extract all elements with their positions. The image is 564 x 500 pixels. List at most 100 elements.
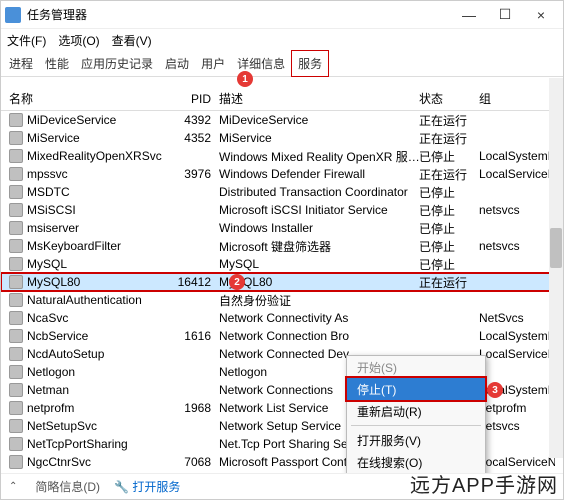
service-row[interactable]: mpssvc3976Windows Defender Firewall正在运行L… bbox=[1, 165, 563, 183]
chevron-icon: ⌃ bbox=[9, 481, 17, 492]
service-row[interactable]: NcbService1616Network Connection BroLoca… bbox=[1, 327, 563, 345]
service-name: MsKeyboardFilter bbox=[27, 239, 121, 253]
service-icon bbox=[9, 257, 23, 271]
service-status: 已停止 bbox=[419, 184, 479, 201]
service-icon bbox=[9, 131, 23, 145]
service-pid: 4352 bbox=[169, 131, 219, 145]
service-group: LocalSystemN… bbox=[479, 149, 555, 163]
close-button[interactable]: × bbox=[523, 3, 559, 27]
fewer-details-button[interactable]: 简略信息(D) bbox=[35, 478, 100, 495]
service-name: MySQL80 bbox=[27, 275, 80, 289]
ctx-restart[interactable]: 重新启动(R) bbox=[347, 400, 485, 422]
menu-view[interactable]: 查看(V) bbox=[112, 32, 152, 49]
service-row[interactable]: NcaSvcNetwork Connectivity AsNetSvcs bbox=[1, 309, 563, 327]
service-pid: 16412 bbox=[169, 275, 219, 289]
service-group: LocalServiceN… bbox=[479, 347, 555, 361]
open-services-link[interactable]: 🔧 打开服务 bbox=[114, 478, 180, 495]
service-row[interactable]: MSiSCSIMicrosoft iSCSI Initiator Service… bbox=[1, 201, 563, 219]
header-desc[interactable]: 描述 bbox=[219, 90, 419, 107]
ctx-open-services[interactable]: 打开服务(V) bbox=[347, 429, 485, 451]
app-icon bbox=[5, 7, 21, 23]
service-icon bbox=[9, 329, 23, 343]
service-icon bbox=[9, 311, 23, 325]
open-services-label: 打开服务 bbox=[132, 480, 180, 494]
tab-app-history[interactable]: 应用历史记录 bbox=[75, 51, 159, 76]
header-group[interactable]: 组 bbox=[479, 90, 555, 107]
service-name: NcbService bbox=[27, 329, 88, 343]
service-name: MySQL bbox=[27, 257, 67, 271]
service-name: NcaSvc bbox=[27, 311, 68, 325]
ctx-start: 开始(S) bbox=[347, 356, 485, 378]
service-status: 已停止 bbox=[419, 256, 479, 273]
service-status: 已停止 bbox=[419, 220, 479, 237]
callout-badge-3: 3 bbox=[487, 382, 503, 398]
service-group: netsvcs bbox=[479, 203, 555, 217]
service-row[interactable]: MSDTCDistributed Transaction Coordinator… bbox=[1, 183, 563, 201]
tab-users[interactable]: 用户 bbox=[195, 51, 231, 76]
service-name: MSiSCSI bbox=[27, 203, 76, 217]
service-name: NetTcpPortSharing bbox=[27, 437, 128, 451]
service-row[interactable]: MySQL8016412MySQL80正在运行2 bbox=[1, 273, 563, 291]
service-pid: 1968 bbox=[169, 401, 219, 415]
service-pid: 4392 bbox=[169, 113, 219, 127]
window-title: 任务管理器 bbox=[27, 6, 451, 23]
service-group: netprofm bbox=[479, 401, 555, 415]
service-icon bbox=[9, 365, 23, 379]
maximize-button[interactable]: ☐ bbox=[487, 3, 523, 27]
header-status[interactable]: 状态 bbox=[419, 90, 479, 107]
tab-startup[interactable]: 启动 bbox=[159, 51, 195, 76]
ctx-separator bbox=[351, 425, 481, 426]
service-row[interactable]: msiserverWindows Installer已停止 bbox=[1, 219, 563, 237]
service-icon bbox=[9, 437, 23, 451]
tab-performance[interactable]: 性能 bbox=[39, 51, 75, 76]
service-desc: 自然身份验证 bbox=[219, 292, 419, 309]
watermark-text: 远方APP手游网 bbox=[410, 469, 558, 498]
task-manager-window: 任务管理器 — ☐ × 文件(F) 选项(O) 查看(V) 进程 性能 应用历史… bbox=[0, 0, 564, 500]
tabsbar: 进程 性能 应用历史记录 启动 用户 详细信息 服务 1 bbox=[1, 51, 563, 77]
service-desc: Windows Installer bbox=[219, 221, 419, 235]
service-name: mpssvc bbox=[27, 167, 68, 181]
service-row[interactable]: MixedRealityOpenXRSvcWindows Mixed Reali… bbox=[1, 147, 563, 165]
menu-options[interactable]: 选项(O) bbox=[58, 32, 99, 49]
service-icon bbox=[9, 185, 23, 199]
scrollbar-thumb[interactable] bbox=[550, 228, 562, 268]
vertical-scrollbar[interactable] bbox=[549, 78, 563, 458]
service-group: LocalServiceN… bbox=[479, 455, 555, 469]
service-row[interactable]: MiDeviceService4392MiDeviceService正在运行 bbox=[1, 111, 563, 129]
service-group: NetSvcs bbox=[479, 311, 555, 325]
service-desc: Network Connection Bro bbox=[219, 329, 419, 343]
ctx-search-online[interactable]: 在线搜索(O) bbox=[347, 451, 485, 473]
minimize-button[interactable]: — bbox=[451, 3, 487, 27]
services-list[interactable]: MiDeviceService4392MiDeviceService正在运行Mi… bbox=[1, 111, 563, 473]
menu-file[interactable]: 文件(F) bbox=[7, 32, 46, 49]
service-group: netsvcs bbox=[479, 239, 555, 253]
callout-badge-1: 1 bbox=[237, 71, 253, 87]
service-icon bbox=[9, 113, 23, 127]
service-pid: 7068 bbox=[169, 455, 219, 469]
service-name: MiDeviceService bbox=[27, 113, 116, 127]
menubar: 文件(F) 选项(O) 查看(V) bbox=[1, 29, 563, 51]
tab-processes[interactable]: 进程 bbox=[3, 51, 39, 76]
service-row[interactable]: MiService4352MiService正在运行 bbox=[1, 129, 563, 147]
service-name: NcdAutoSetup bbox=[27, 347, 104, 361]
service-desc: MiService bbox=[219, 131, 419, 145]
header-name[interactable]: 名称 bbox=[9, 90, 169, 107]
service-icon bbox=[9, 275, 23, 289]
service-row[interactable]: NaturalAuthentication自然身份验证 bbox=[1, 291, 563, 309]
tab-services[interactable]: 服务 bbox=[291, 50, 329, 77]
service-desc: MySQL bbox=[219, 257, 419, 271]
ctx-stop[interactable]: 停止(T) bbox=[347, 378, 485, 400]
service-icon bbox=[9, 347, 23, 361]
service-icon bbox=[9, 167, 23, 181]
service-row[interactable]: MySQLMySQL已停止 bbox=[1, 255, 563, 273]
service-status: 正在运行 bbox=[419, 130, 479, 147]
service-status: 正在运行 bbox=[419, 112, 479, 129]
header-pid[interactable]: PID bbox=[169, 92, 219, 106]
service-name: MixedRealityOpenXRSvc bbox=[27, 149, 162, 163]
service-desc: Microsoft 键盘筛选器 bbox=[219, 238, 419, 255]
titlebar: 任务管理器 — ☐ × bbox=[1, 1, 563, 29]
window-buttons: — ☐ × bbox=[451, 3, 559, 27]
service-name: netprofm bbox=[27, 401, 74, 415]
service-row[interactable]: MsKeyboardFilterMicrosoft 键盘筛选器已停止netsvc… bbox=[1, 237, 563, 255]
service-desc: MiDeviceService bbox=[219, 113, 419, 127]
